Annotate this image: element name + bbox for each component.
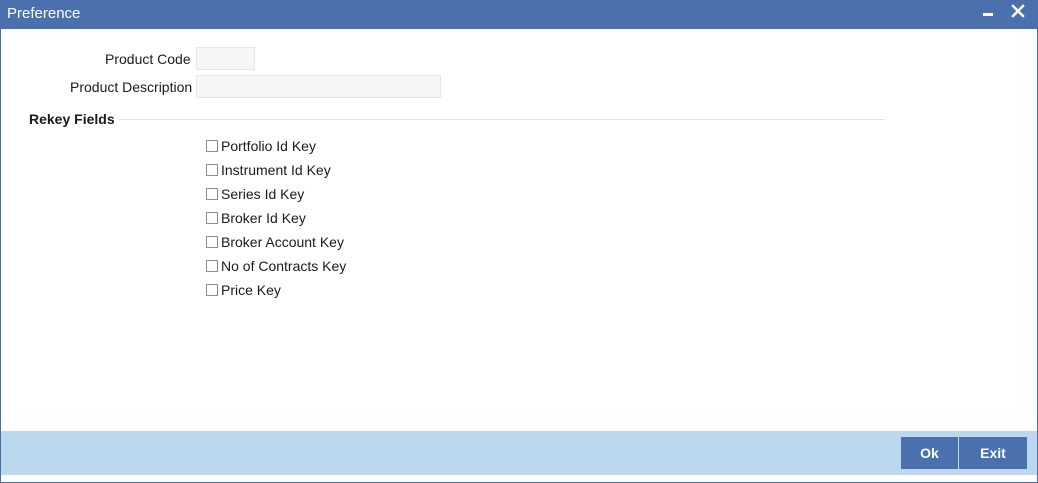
product-code-label: Product Code bbox=[105, 51, 191, 67]
portfolio-id-key-checkbox[interactable]: Portfolio Id Key bbox=[206, 136, 316, 156]
checkbox-box[interactable] bbox=[206, 140, 218, 152]
checkbox-label: Portfolio Id Key bbox=[221, 138, 316, 154]
checkbox-label: Broker Id Key bbox=[221, 210, 306, 226]
section-divider bbox=[119, 119, 885, 120]
instrument-id-key-checkbox[interactable]: Instrument Id Key bbox=[206, 160, 331, 180]
product-description-input[interactable] bbox=[196, 75, 441, 98]
checkbox-box[interactable] bbox=[206, 260, 218, 272]
window-title: Preference bbox=[7, 5, 81, 22]
checkbox-label: Price Key bbox=[221, 282, 281, 298]
title-bar: Preference bbox=[1, 1, 1037, 29]
exit-button[interactable]: Exit bbox=[959, 437, 1027, 469]
checkbox-label: Series Id Key bbox=[221, 186, 305, 202]
broker-id-key-checkbox[interactable]: Broker Id Key bbox=[206, 208, 306, 228]
checkbox-box[interactable] bbox=[206, 212, 218, 224]
rekey-fields-title: Rekey Fields bbox=[29, 111, 115, 127]
preference-window: Preference Product Code Product Descript… bbox=[0, 0, 1038, 483]
ok-button[interactable]: Ok bbox=[901, 437, 958, 469]
product-code-input[interactable] bbox=[196, 47, 255, 70]
close-icon bbox=[1011, 4, 1025, 18]
checkbox-box[interactable] bbox=[206, 164, 218, 176]
broker-account-key-checkbox[interactable]: Broker Account Key bbox=[206, 232, 344, 252]
minimize-button[interactable] bbox=[979, 1, 1001, 27]
checkbox-label: Broker Account Key bbox=[221, 234, 344, 250]
checkbox-box[interactable] bbox=[206, 236, 218, 248]
checkbox-label: Instrument Id Key bbox=[221, 162, 331, 178]
checkbox-box[interactable] bbox=[206, 284, 218, 296]
minimize-icon bbox=[983, 13, 993, 16]
checkbox-label: No of Contracts Key bbox=[221, 258, 347, 274]
no-of-contracts-key-checkbox[interactable]: No of Contracts Key bbox=[206, 256, 346, 276]
product-description-label: Product Description bbox=[70, 79, 193, 95]
checkbox-box[interactable] bbox=[206, 188, 218, 200]
footer-bar bbox=[1, 431, 1037, 475]
price-key-checkbox[interactable]: Price Key bbox=[206, 280, 281, 300]
series-id-key-checkbox[interactable]: Series Id Key bbox=[206, 184, 304, 204]
close-button[interactable] bbox=[1007, 1, 1029, 27]
